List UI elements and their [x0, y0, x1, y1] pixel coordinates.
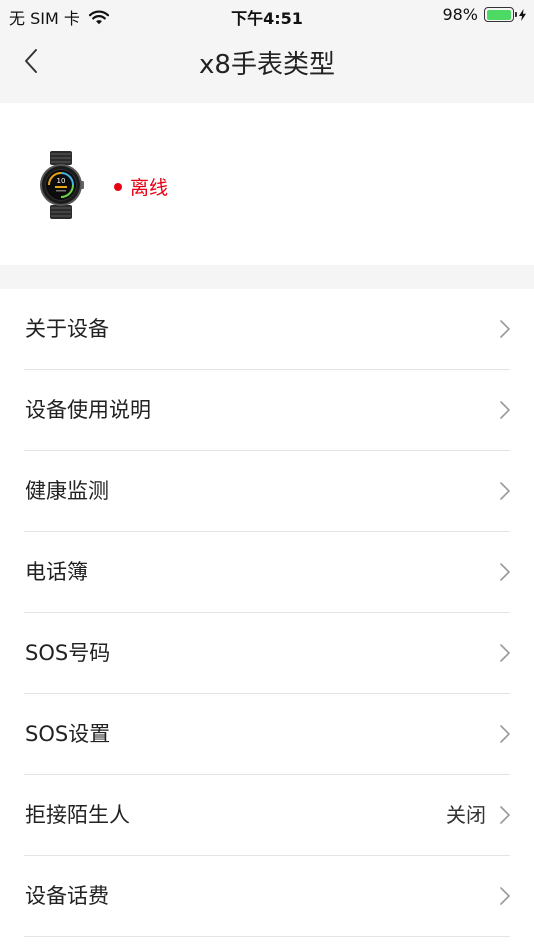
status-bar: 无 SIM 卡 下午4:51 98% — [0, 0, 534, 30]
chevron-right-icon — [498, 724, 512, 744]
menu-item-phonebook[interactable]: 电话簿 — [0, 532, 534, 613]
battery-icon — [484, 7, 517, 22]
section-divider — [0, 265, 534, 289]
menu-item-label: 健康监测 — [25, 479, 109, 503]
reject-strangers-value: 关闭 — [446, 803, 486, 827]
offline-dot-icon — [114, 182, 122, 191]
menu-item-label: 关于设备 — [25, 317, 109, 341]
menu-item-label: 设备使用说明 — [25, 398, 151, 422]
battery-tip — [515, 12, 517, 17]
menu-item-usage-guide[interactable]: 设备使用说明 — [0, 370, 534, 451]
menu-item-label: SOS号码 — [25, 641, 111, 665]
device-card: 10 离线 — [0, 103, 534, 265]
menu-item-device-phone-bill[interactable]: 设备话费 — [0, 856, 534, 937]
smartwatch-icon: 10 — [36, 151, 86, 219]
page-title: x8手表类型 — [199, 50, 335, 80]
menu-item-label: 设备话费 — [25, 884, 109, 908]
nav-bar: x8手表类型 — [0, 30, 534, 103]
device-status-text: 离线 — [130, 177, 169, 199]
menu-item-health-monitoring[interactable]: 健康监测 — [0, 451, 534, 532]
chevron-right-icon — [498, 805, 512, 825]
battery-percent: 98% — [442, 5, 478, 24]
menu-item-label: 拒接陌生人 — [25, 803, 130, 827]
battery-fill — [486, 9, 511, 20]
menu-item-label: SOS设置 — [25, 722, 111, 746]
svg-text:10: 10 — [57, 177, 66, 185]
settings-menu: 关于设备 设备使用说明 健康监测 电话簿 SOS号码 SOS设置 拒接陌生人 关… — [0, 289, 534, 937]
chevron-right-icon — [498, 400, 512, 420]
menu-item-about-device[interactable]: 关于设备 — [0, 289, 534, 370]
chevron-right-icon — [498, 562, 512, 582]
chevron-right-icon — [498, 643, 512, 663]
chevron-right-icon — [498, 886, 512, 906]
charging-bolt-icon — [519, 8, 526, 21]
menu-item-label: 电话簿 — [25, 560, 88, 584]
device-status: 离线 — [114, 173, 168, 200]
menu-item-sos-settings[interactable]: SOS设置 — [0, 694, 534, 775]
menu-item-sos-numbers[interactable]: SOS号码 — [0, 613, 534, 694]
chevron-right-icon — [498, 319, 512, 339]
chevron-right-icon — [498, 481, 512, 501]
status-right: 98% — [442, 5, 526, 24]
menu-item-reject-strangers[interactable]: 拒接陌生人 关闭 — [0, 775, 534, 856]
